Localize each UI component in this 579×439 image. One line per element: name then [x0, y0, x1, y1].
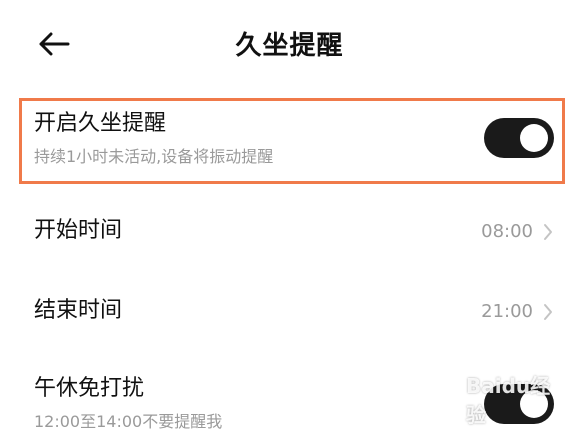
header-bar: 久坐提醒	[0, 0, 579, 90]
toggle-knob	[520, 390, 548, 418]
end-time-value: 21:00	[481, 301, 533, 322]
page-title: 久坐提醒	[235, 31, 344, 61]
setting-title: 开始时间	[34, 218, 123, 243]
setting-row-sedentary-reminder[interactable]: 开启久坐提醒 持续1小时未活动,设备将振动提醒	[0, 100, 579, 184]
setting-title: 开启久坐提醒	[34, 111, 167, 136]
setting-subtitle: 持续1小时未活动,设备将振动提醒	[34, 147, 274, 166]
setting-row-start-time[interactable]: 开始时间 08:00	[0, 196, 579, 268]
setting-row-end-time[interactable]: 结束时间 21:00	[0, 276, 579, 348]
chevron-right-icon	[541, 219, 555, 245]
toggle-knob	[520, 124, 548, 152]
chevron-right-icon	[541, 299, 555, 325]
sedentary-reminder-toggle[interactable]	[484, 118, 554, 158]
start-time-value: 08:00	[481, 221, 533, 242]
setting-title: 结束时间	[34, 298, 123, 323]
setting-title: 午休免打扰	[34, 376, 145, 401]
noon-dnd-toggle[interactable]	[484, 384, 554, 424]
setting-subtitle: 12:00至14:00不要提醒我	[34, 412, 223, 431]
setting-row-noon-dnd[interactable]: 午休免打扰 12:00至14:00不要提醒我	[0, 364, 579, 439]
